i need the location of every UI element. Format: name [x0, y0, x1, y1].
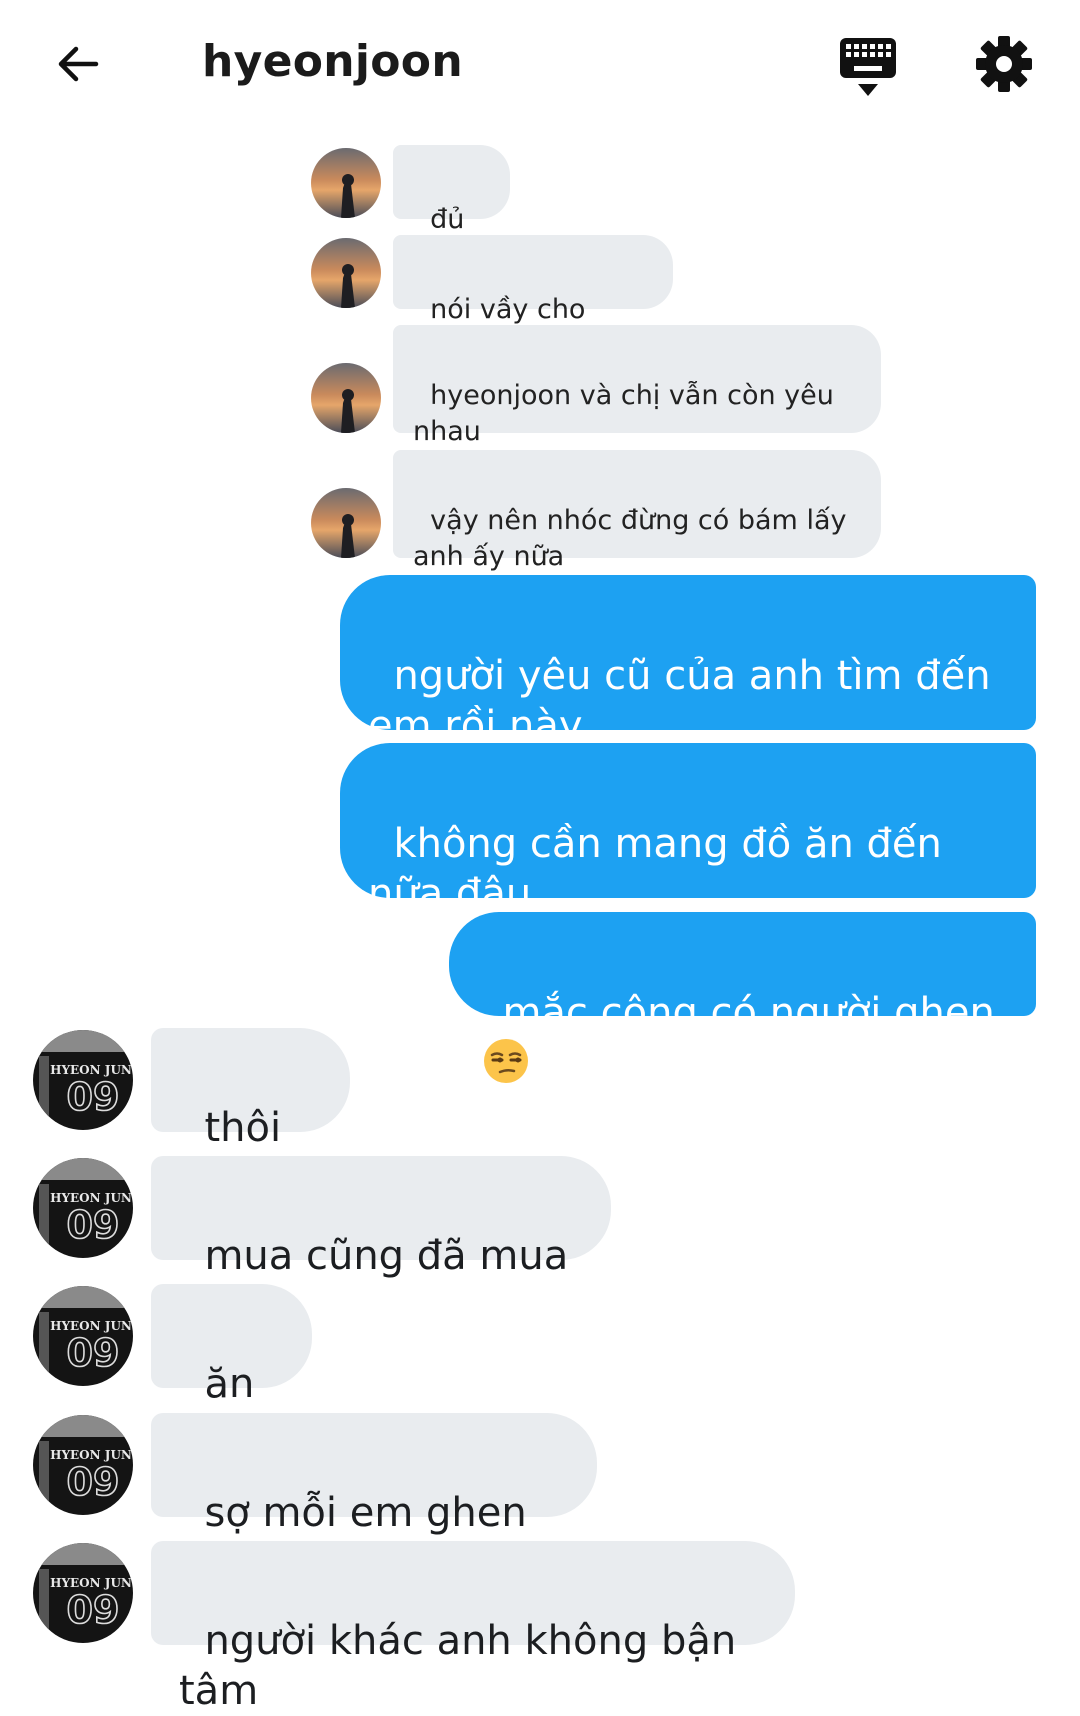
incoming-message-bubble: thôi mà	[151, 1028, 350, 1201]
unamused-face-emoji	[484, 1039, 528, 1083]
quoted-message-bubble: nói vầy cho nhanh	[393, 235, 673, 361]
svg-text:09: 09	[67, 1588, 120, 1632]
quoted-message-bubble: vậy nên nhóc đừng có bám lấy anh ấy nữa	[393, 450, 881, 572]
incoming-message-bubble: mua cũng đã mua rồi	[151, 1156, 611, 1329]
outgoing-message-text: mắc công có người ghen	[502, 990, 995, 1036]
contact-avatar: HYEON JUN 09	[33, 1158, 133, 1258]
contact-avatar: HYEON JUN 09	[33, 1543, 133, 1643]
quoted-sender-avatar	[311, 488, 381, 558]
conversation-title: hyeonjoon	[202, 36, 463, 87]
keyboard-button[interactable]	[838, 36, 898, 98]
incoming-message-bubble: ăn đi	[151, 1284, 312, 1457]
back-button[interactable]	[44, 30, 112, 98]
gear-icon	[976, 36, 1032, 92]
outgoing-message-text: người yêu cũ của anh tìm đến em rồi này	[368, 653, 1004, 749]
quoted-message-text: vậy nên nhóc đừng có bám lấy anh ấy nữa	[413, 505, 856, 572]
settings-button[interactable]	[974, 34, 1034, 94]
contact-avatar: HYEON JUN 09	[33, 1415, 133, 1515]
outgoing-message-bubble: người yêu cũ của anh tìm đến em rồi này	[340, 575, 1036, 749]
svg-text:09: 09	[67, 1203, 120, 1247]
quoted-message-bubble: hyeonjoon và chị vẫn còn yêu nhau	[393, 325, 881, 447]
incoming-message-bubble: sợ mỗi em ghen thôi	[151, 1413, 597, 1586]
keyboard-icon	[840, 38, 896, 96]
incoming-message-text: người khác anh không bận tâm	[179, 1618, 749, 1714]
contact-avatar: HYEON JUN 09	[33, 1030, 133, 1130]
chat-header: hyeonjoon	[0, 0, 1080, 130]
svg-text:09: 09	[67, 1331, 120, 1375]
quoted-sender-avatar	[311, 148, 381, 218]
quoted-message-bubble: đủ rồi	[393, 145, 510, 271]
svg-text:09: 09	[67, 1460, 120, 1504]
outgoing-message-bubble: không cần mang đồ ăn đến nữa đâu	[340, 743, 1036, 917]
svg-text:09: 09	[67, 1075, 120, 1119]
contact-avatar: HYEON JUN 09	[33, 1286, 133, 1386]
arrow-left-icon	[58, 46, 99, 82]
quoted-message-text: hyeonjoon và chị vẫn còn yêu nhau	[413, 380, 843, 447]
quoted-sender-avatar	[311, 363, 381, 433]
outgoing-message-bubble: mắc công có người ghen	[449, 912, 1036, 1083]
incoming-message-bubble: người khác anh không bận tâm	[151, 1541, 795, 1714]
outgoing-message-text: không cần mang đồ ăn đến nữa đâu	[368, 821, 955, 917]
quoted-sender-avatar	[311, 238, 381, 308]
